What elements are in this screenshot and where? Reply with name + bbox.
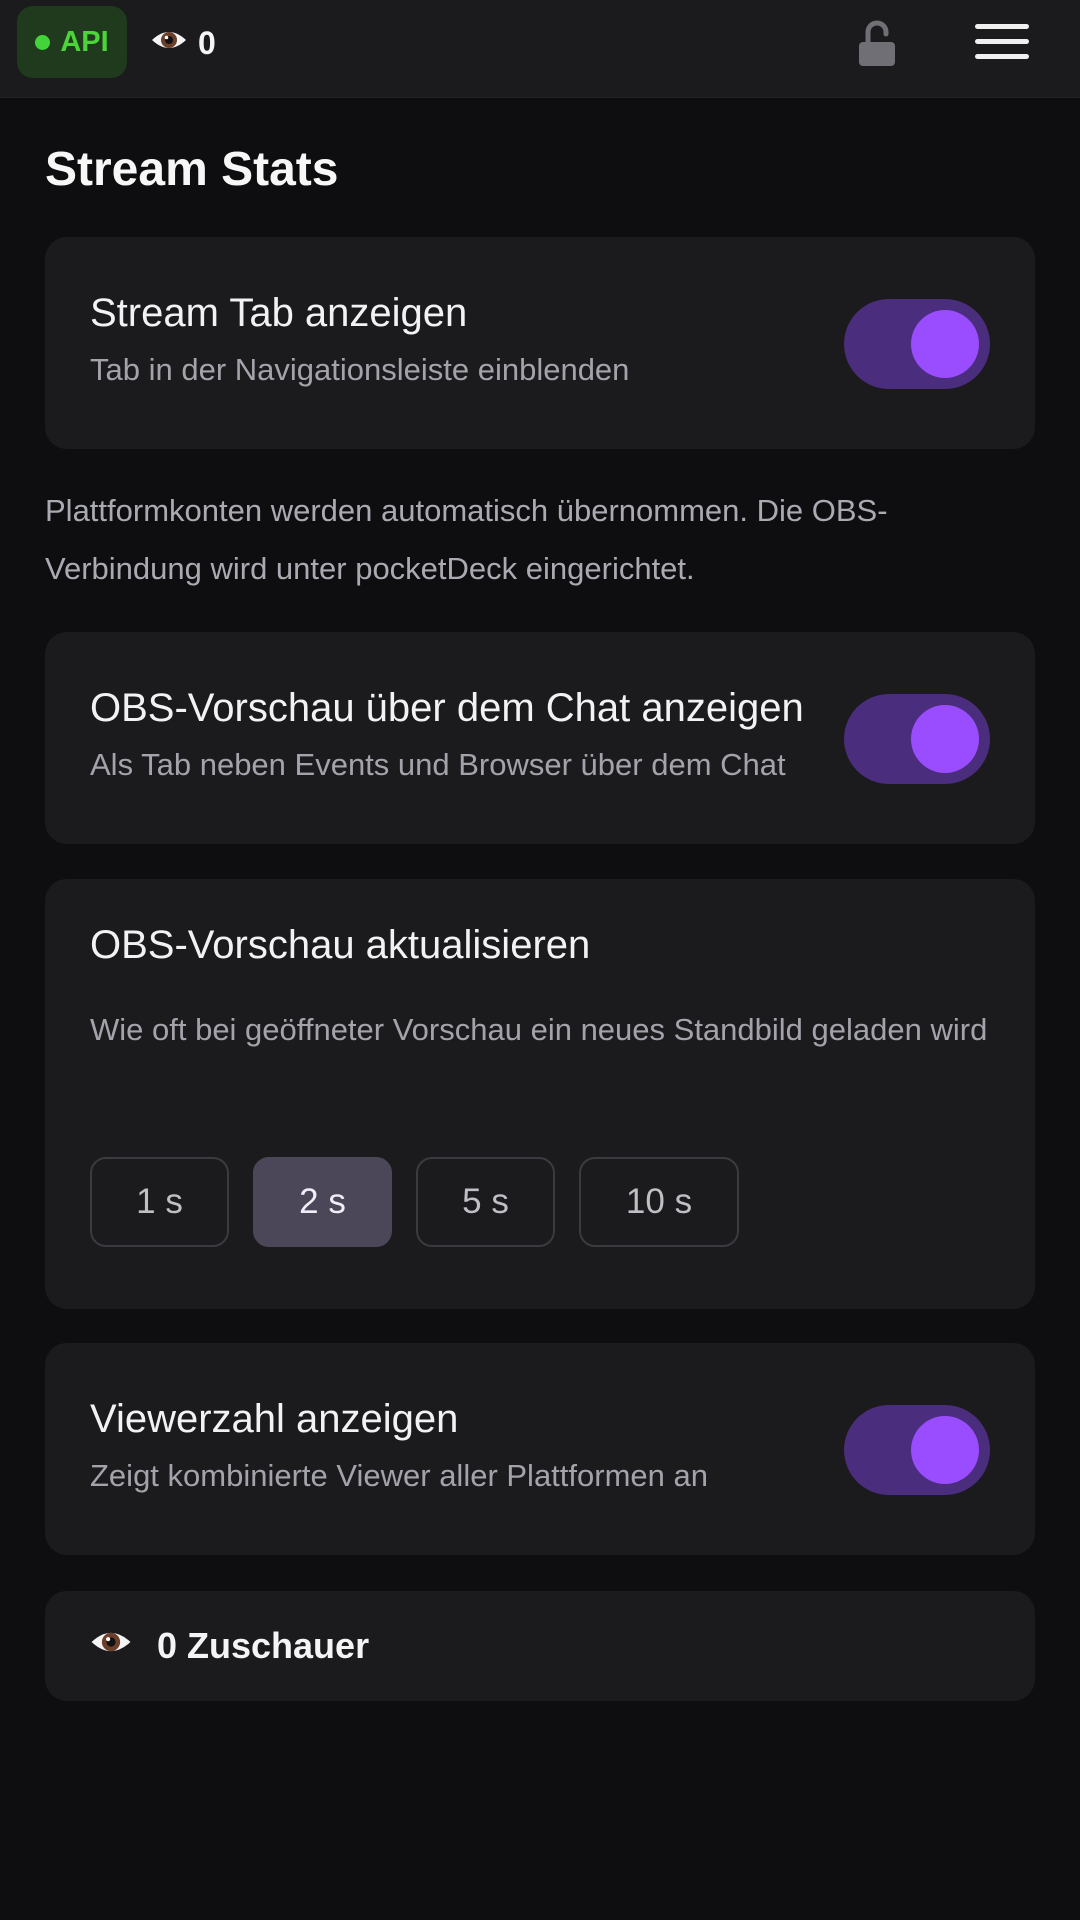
interval-1s-button[interactable]: 1 s [90,1157,229,1247]
api-status-dot [35,34,51,50]
viewer-toggle-subtitle: Zeigt kombinierte Viewer aller Plattform… [90,1458,708,1493]
toggle-knob [911,310,979,378]
stream-tab-subtitle: Tab in der Navigationsleiste einblenden [90,352,630,387]
viewer-toggle-title: Viewerzahl anzeigen [90,1397,459,1441]
viewer-count-value: 0 [198,24,216,61]
interval-10s-button[interactable]: 10 s [579,1157,739,1247]
api-status-badge[interactable]: API [17,6,127,78]
eye-icon [89,1625,133,1667]
stream-tab-toggle[interactable] [844,299,990,389]
viewer-count-toggle[interactable] [844,1405,990,1495]
obs-preview-toggle[interactable] [844,694,990,784]
obs-preview-subtitle: Als Tab neben Events und Browser über de… [90,747,786,782]
viewer-counter: 0 [150,22,216,64]
obs-refresh-description: Wie oft bei geöffneter Vorschau ein neue… [90,1012,988,1047]
viewer-summary-card: 0 Zuschauer [45,1591,1035,1701]
eye-icon [150,25,188,62]
top-bar: API 0 [0,0,1080,98]
obs-preview-title: OBS-Vorschau über dem Chat anzeigen [90,686,804,730]
stream-tab-card: Stream Tab anzeigen Tab in der Navigatio… [45,237,1035,449]
obs-preview-card: OBS-Vorschau über dem Chat anzeigen Als … [45,632,1035,844]
platform-info-text: Plattformkonten werden automatisch übern… [45,493,888,586]
hamburger-menu-icon[interactable] [975,24,1029,60]
stream-tab-title: Stream Tab anzeigen [90,291,468,335]
viewer-summary-label: 0 Zuschauer [157,1625,370,1666]
api-label: API [60,25,109,58]
page-title: Stream Stats [45,143,339,196]
interval-2s-button[interactable]: 2 s [253,1157,392,1247]
toggle-knob [911,705,979,773]
obs-refresh-title: OBS-Vorschau aktualisieren [90,923,591,967]
toggle-knob [911,1416,979,1484]
interval-5s-button[interactable]: 5 s [416,1157,555,1247]
unlocked-lock-icon[interactable] [857,20,897,68]
viewer-count-card: Viewerzahl anzeigen Zeigt kombinierte Vi… [45,1343,1035,1555]
obs-refresh-card: OBS-Vorschau aktualisieren Wie oft bei g… [45,879,1035,1309]
